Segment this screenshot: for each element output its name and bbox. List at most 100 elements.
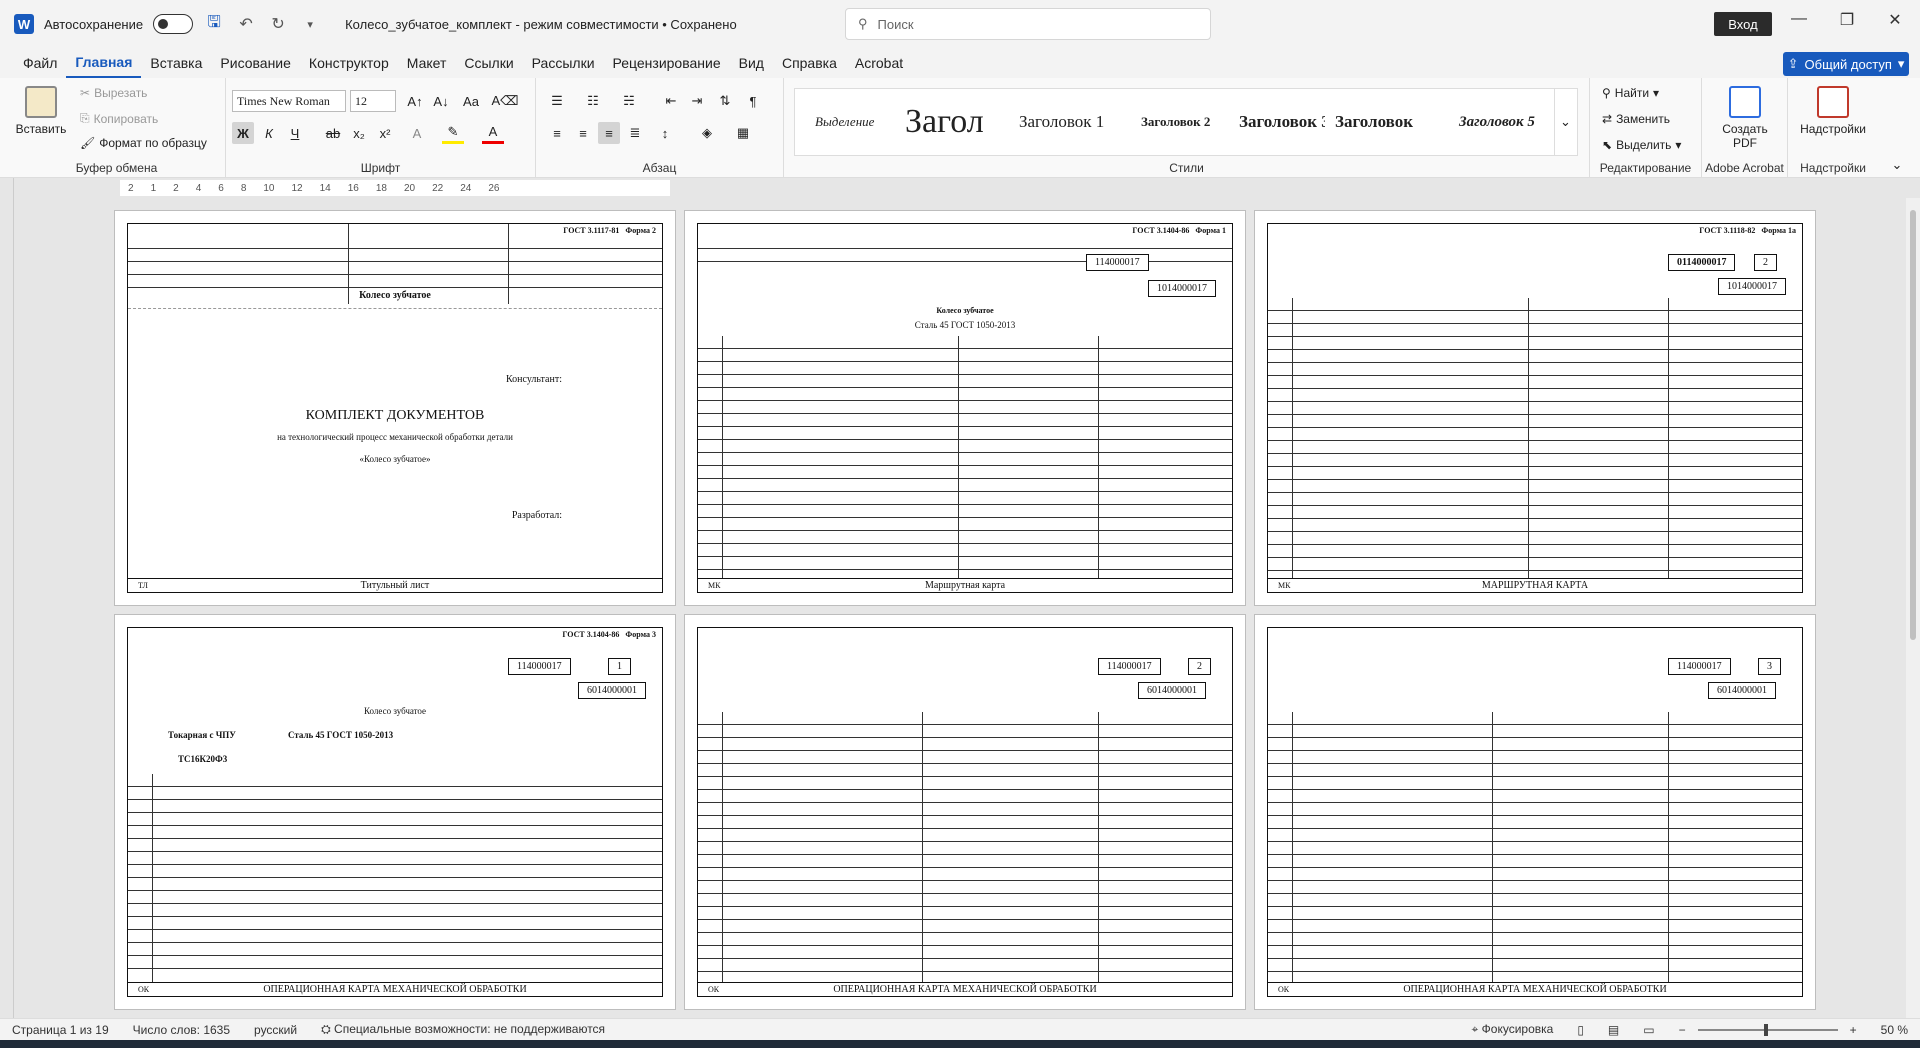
style-heading-1[interactable]: Заголовок 1 (1019, 89, 1104, 155)
tab-help[interactable]: Справка (773, 48, 846, 78)
tab-acrobat[interactable]: Acrobat (846, 48, 912, 78)
customize-qat-icon[interactable]: ▾ (299, 18, 321, 31)
styles-more-icon[interactable]: ⌄ (1554, 88, 1576, 156)
show-marks-icon[interactable]: ¶ (742, 90, 764, 112)
tab-file[interactable]: Файл (14, 48, 66, 78)
decrease-indent-icon[interactable]: ⇤ (660, 90, 682, 112)
numbering-icon[interactable]: ☷ (582, 90, 604, 112)
align-center-icon[interactable]: ≡ (572, 122, 594, 144)
page-route-card-1[interactable]: ГОСТ 3.1404-86 Форма 1 114000017 1014000… (684, 210, 1246, 606)
style-title[interactable]: Загол (905, 89, 984, 155)
style-heading[interactable]: Заголовок (1335, 89, 1413, 155)
autosave-toggle[interactable] (153, 14, 194, 34)
language[interactable]: русский (242, 1023, 309, 1037)
share-button[interactable]: ⇪ Общий доступ ▾ (1783, 52, 1909, 76)
justify-icon[interactable]: ≣ (624, 122, 646, 144)
page-operation-card-2[interactable]: 114000017 2 6014000001 ОК ОПЕРАЦИОННАЯ КА… (684, 614, 1246, 1010)
style-heading-3[interactable]: Заголовок 3 (1239, 89, 1325, 155)
close-icon[interactable]: ✕ (1880, 10, 1910, 30)
clear-formatting-icon[interactable]: A⌫ (491, 90, 518, 112)
style-heading-2[interactable]: Заголовок 2 (1141, 89, 1210, 155)
tab-review[interactable]: Рецензирование (604, 48, 730, 78)
text-effects-icon[interactable]: A (406, 122, 428, 144)
page-count[interactable]: Страница 1 из 19 (0, 1023, 121, 1037)
document-canvas[interactable]: ГОСТ 3.1117-81 Форма 2 Колесо зубчатое К… (16, 198, 1904, 1028)
font-size-select[interactable]: 12 (350, 90, 396, 112)
ruler-tick: 2 (173, 182, 179, 194)
tab-draw[interactable]: Рисование (211, 48, 300, 78)
acrobat-group-label: Adobe Acrobat (1705, 161, 1784, 175)
borders-icon[interactable]: ▦ (732, 122, 754, 144)
sort-icon[interactable]: ⇅ (714, 90, 736, 112)
page-operation-card-1[interactable]: ГОСТ 3.1404-86 Форма 3 114000017 1 60140… (114, 614, 676, 1010)
italic-button[interactable]: К (258, 122, 280, 144)
save-icon[interactable]: 🖫 (203, 11, 225, 38)
tab-home[interactable]: Главная (66, 48, 142, 78)
addins-group: Надстройки Надстройки (1788, 78, 1878, 178)
addins-button[interactable]: Надстройки (1792, 86, 1874, 136)
search-input[interactable]: ⚲ Поиск (845, 8, 1211, 40)
collapse-ribbon-icon[interactable]: ⌄ (1886, 154, 1908, 176)
tab-mailings[interactable]: Рассылки (523, 48, 604, 78)
select-button[interactable]: ⬉ Выделить ▾ (1602, 138, 1681, 152)
format-painter-button[interactable]: 🖌 Формат по образцу (80, 136, 207, 150)
bold-button[interactable]: Ж (232, 122, 254, 144)
undo-icon[interactable]: ↶ (235, 14, 257, 34)
tab-view[interactable]: Вид (730, 48, 773, 78)
zoom-slider[interactable] (1697, 1023, 1838, 1036)
accessibility-status[interactable]: ⛭ Специальные возможности: не поддержива… (309, 1022, 617, 1037)
change-case-icon[interactable]: Aa (460, 90, 482, 112)
font-color-icon[interactable]: A (482, 122, 504, 144)
focus-mode[interactable]: ⌖ Фокусировка (1460, 1022, 1566, 1037)
vertical-scrollbar[interactable] (1906, 198, 1920, 1028)
redo-icon[interactable]: ↻ (267, 14, 289, 34)
scrollbar-thumb[interactable] (1910, 210, 1916, 640)
page-route-card-2[interactable]: ГОСТ 3.1118-82 Форма 1а 0114000017 2 101… (1254, 210, 1816, 606)
cut-button[interactable]: ✂ Вырезать (80, 86, 147, 100)
tab-design[interactable]: Конструктор (300, 48, 398, 78)
read-mode-icon[interactable]: ▯ (1565, 1023, 1596, 1037)
zoom-out-icon[interactable]: − (1667, 1023, 1698, 1037)
copy-button[interactable]: ⎘ Копировать (80, 111, 158, 126)
find-button[interactable]: ⚲ Найти ▾ (1602, 86, 1659, 100)
subscript-icon[interactable]: x₂ (348, 122, 370, 144)
page-frame: ГОСТ 3.1117-81 Форма 2 Колесо зубчатое К… (127, 223, 663, 593)
page-operation-card-3[interactable]: 114000017 3 6014000001 ОК ОПЕРАЦИОННАЯ КА… (1254, 614, 1816, 1010)
zoom-level[interactable]: 50 % (1869, 1023, 1920, 1037)
zoom-in-icon[interactable]: + (1838, 1023, 1869, 1037)
login-button[interactable]: Вход (1714, 12, 1772, 36)
share-icon: ⇪ (1787, 56, 1799, 71)
tab-insert[interactable]: Вставка (141, 48, 211, 78)
print-layout-icon[interactable]: ▤ (1596, 1023, 1631, 1037)
minimize-icon[interactable]: — (1784, 10, 1814, 28)
page-title-sheet[interactable]: ГОСТ 3.1117-81 Форма 2 Колесо зубчатое К… (114, 210, 676, 606)
align-left-icon[interactable]: ≡ (546, 122, 568, 144)
detail-name: Колесо зубчатое (359, 290, 431, 301)
grid-line (958, 336, 959, 578)
zoom-slider-thumb[interactable] (1763, 1023, 1768, 1036)
web-layout-icon[interactable]: ▭ (1631, 1023, 1666, 1037)
style-emphasis[interactable]: Выделение (815, 89, 874, 155)
line-spacing-icon[interactable]: ↕ (654, 122, 676, 144)
multilevel-list-icon[interactable]: ☵ (618, 90, 640, 112)
paste-button[interactable]: Вставить (14, 86, 68, 136)
grow-font-icon[interactable]: A↑ (404, 90, 426, 112)
shading-icon[interactable]: ◈ (696, 122, 718, 144)
replace-button[interactable]: ⇄ Заменить (1602, 112, 1670, 126)
ruler-tick: 22 (432, 182, 444, 194)
create-pdf-button[interactable]: Создать PDF (1710, 86, 1780, 150)
word-count[interactable]: Число слов: 1635 (121, 1023, 242, 1037)
superscript-icon[interactable]: x² (374, 122, 396, 144)
align-right-icon[interactable]: ≡ (598, 122, 620, 144)
tab-layout[interactable]: Макет (398, 48, 456, 78)
font-name-select[interactable]: Times New Roman (232, 90, 346, 112)
strikethrough-icon[interactable]: ab (322, 122, 344, 144)
shrink-font-icon[interactable]: A↓ (430, 90, 452, 112)
increase-indent-icon[interactable]: ⇥ (686, 90, 708, 112)
restore-icon[interactable]: ❐ (1832, 10, 1862, 30)
bullets-icon[interactable]: ☰ (546, 90, 568, 112)
tab-references[interactable]: Ссылки (455, 48, 522, 78)
underline-button[interactable]: Ч (284, 122, 306, 144)
highlight-icon[interactable]: ✎ (442, 122, 464, 144)
style-heading-5[interactable]: Заголовок 5 (1459, 89, 1535, 155)
